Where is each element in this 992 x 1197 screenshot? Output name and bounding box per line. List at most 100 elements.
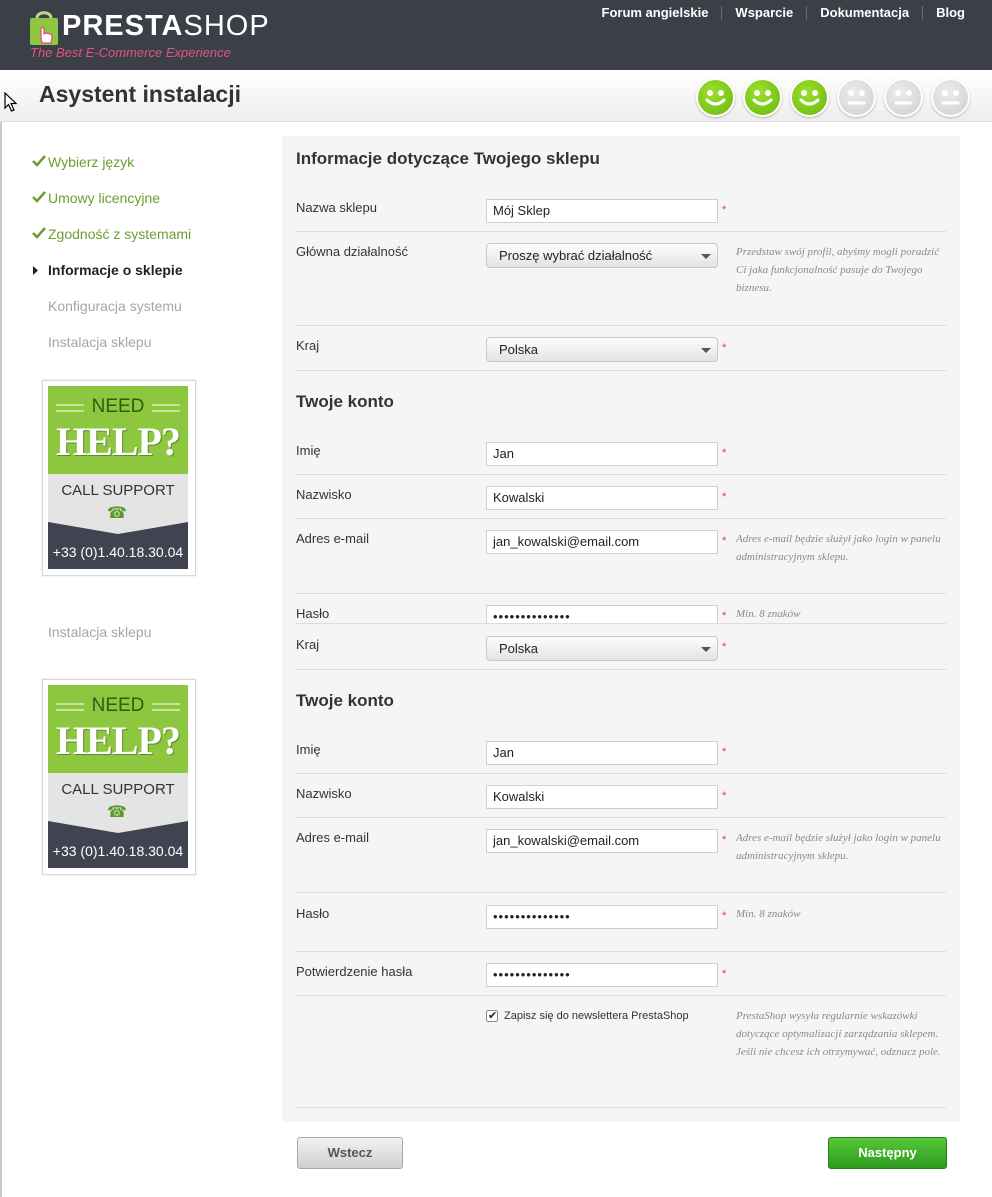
- password-input[interactable]: ••••••••••••••: [486, 905, 718, 929]
- activity-label: Główna działalność: [296, 244, 409, 259]
- sidebar-item-choose-language[interactable]: Wybierz język: [32, 144, 191, 180]
- password-hint: Min. 8 znaków: [736, 908, 801, 920]
- country-select[interactable]: Polska: [486, 337, 718, 362]
- checkmark-icon: [32, 154, 48, 170]
- help-need-text: NEED: [48, 396, 188, 418]
- country-label: Kraj: [296, 637, 320, 652]
- newsletter-label: Zapisz się do newslettera PrestaShop: [504, 1010, 689, 1022]
- last-name-input[interactable]: Kowalski: [486, 785, 718, 809]
- sidebar-item-compatibility[interactable]: Zgodność z systemami: [32, 216, 191, 252]
- divider: [296, 370, 946, 371]
- divider: [296, 669, 946, 670]
- email-input[interactable]: jan_kowalski@email.com: [486, 530, 718, 554]
- progress-step-pending-icon: [837, 78, 876, 117]
- required-mark: *: [722, 342, 727, 354]
- need-help-banner[interactable]: NEED HELP? CALL SUPPORT ☎ +33 (0)1.40.18…: [42, 380, 196, 576]
- shopping-bag-icon: [30, 11, 58, 45]
- password-label: Hasło: [296, 906, 330, 921]
- triangle-right-icon: [32, 262, 48, 278]
- call-support-text: CALL SUPPORT: [61, 781, 175, 798]
- sidebar-steps: Wybierz język Umowy licencyjne Zgodność …: [32, 144, 191, 360]
- logo-wordmark: PRESTASHOP: [62, 10, 270, 42]
- call-support-text: CALL SUPPORT: [61, 482, 175, 499]
- divider: [922, 5, 924, 20]
- required-mark: *: [722, 535, 727, 547]
- help-need-text: NEED: [48, 695, 188, 717]
- checkbox-checked-icon[interactable]: [486, 1009, 498, 1022]
- page-title: Asystent instalacji: [39, 81, 241, 107]
- shop-name-input[interactable]: Mój Sklep: [486, 199, 718, 223]
- divider: [296, 623, 946, 624]
- required-mark: *: [722, 447, 727, 459]
- progress-step-pending-icon: [931, 78, 970, 117]
- telephone-icon: ☎: [107, 505, 127, 522]
- title-bar: Asystent instalacji: [0, 70, 992, 122]
- divider: [296, 231, 946, 232]
- chevron-down-icon: [701, 254, 711, 259]
- link-support[interactable]: Wsparcie: [735, 5, 793, 20]
- divider: [296, 892, 946, 893]
- required-mark: *: [722, 834, 727, 846]
- sidebar-item-licenses[interactable]: Umowy licencyjne: [32, 180, 191, 216]
- divider: [296, 773, 946, 774]
- divider: [296, 995, 946, 996]
- help-title: HELP?: [56, 718, 181, 763]
- mouse-cursor-icon: [4, 92, 18, 112]
- divider: [296, 951, 946, 952]
- first-name-input[interactable]: Jan: [486, 741, 718, 765]
- sidebar-item-install-duplicate: Instalacja sklepu: [48, 624, 152, 640]
- link-blog[interactable]: Blog: [936, 5, 965, 20]
- sidebar-item-install: Instalacja sklepu: [32, 324, 191, 360]
- sidebar-item-label: Informacje o sklepie: [48, 262, 183, 278]
- checkmark-icon: [32, 190, 48, 206]
- first-name-input[interactable]: Jan: [486, 442, 718, 466]
- last-name-input[interactable]: Kowalski: [486, 486, 718, 510]
- required-mark: *: [722, 746, 727, 758]
- back-button[interactable]: Wstecz: [297, 1137, 403, 1169]
- required-mark: *: [722, 968, 727, 980]
- divider: [296, 325, 946, 326]
- required-mark: *: [722, 910, 727, 922]
- email-label: Adres e-mail: [296, 830, 369, 845]
- last-name-label: Nazwisko: [296, 786, 352, 801]
- sidebar-item-label: Umowy licencyjne: [48, 190, 161, 206]
- confirm-password-label: Potwierdzenie hasła: [296, 964, 413, 979]
- support-phone-number: +33 (0)1.40.18.30.04: [52, 544, 184, 560]
- need-help-banner[interactable]: NEED HELP? CALL SUPPORT ☎ +33 (0)1.40.18…: [42, 679, 196, 875]
- help-title: HELP?: [56, 419, 181, 464]
- required-mark: *: [722, 610, 727, 622]
- newsletter-hint: PrestaShop wysyła regularnie wskazówki d…: [736, 1010, 941, 1058]
- next-button[interactable]: Następny: [828, 1137, 947, 1169]
- first-name-label: Imię: [296, 443, 321, 458]
- email-label: Adres e-mail: [296, 531, 369, 546]
- divider: [296, 518, 946, 519]
- divider: [806, 5, 808, 20]
- activity-select[interactable]: Proszę wybrać działalność: [486, 243, 718, 268]
- support-phone-number: +33 (0)1.40.18.30.04: [52, 843, 184, 859]
- shop-name-label: Nazwa sklepu: [296, 200, 377, 215]
- email-hint: Adres e-mail będzie służył jako login w …: [736, 533, 941, 563]
- divider: [721, 5, 723, 20]
- progress-step-done-icon: [790, 78, 829, 117]
- password-hint: Min. 8 znaków: [736, 608, 801, 620]
- first-name-label: Imię: [296, 742, 321, 757]
- checkmark-icon: [32, 226, 48, 242]
- sidebar-item-shop-info[interactable]: Informacje o sklepie: [32, 252, 191, 288]
- progress-step-done-icon: [696, 78, 735, 117]
- required-mark: *: [722, 790, 727, 802]
- confirm-password-input[interactable]: ••••••••••••••: [486, 963, 718, 987]
- logo-tagline: The Best E-Commerce Experience: [30, 45, 231, 60]
- email-hint: Adres e-mail będzie służył jako login w …: [736, 832, 941, 862]
- link-forum[interactable]: Forum angielskie: [602, 5, 709, 20]
- email-input[interactable]: jan_kowalski@email.com: [486, 829, 718, 853]
- required-mark: *: [722, 204, 727, 216]
- chevron-down-icon: [701, 348, 711, 353]
- country-select[interactable]: Polska: [486, 636, 718, 661]
- account-heading: Twoje konto: [296, 392, 394, 411]
- link-docs[interactable]: Dokumentacja: [820, 5, 909, 20]
- password-input[interactable]: ••••••••••••••: [486, 605, 718, 623]
- required-mark: *: [722, 641, 727, 653]
- shop-info-heading: Informacje dotyczące Twojego sklepu: [296, 149, 600, 168]
- prestashop-logo[interactable]: PRESTASHOP The Best E-Commerce Experienc…: [28, 6, 269, 64]
- newsletter-checkbox[interactable]: Zapisz się do newslettera PrestaShop: [486, 1009, 689, 1022]
